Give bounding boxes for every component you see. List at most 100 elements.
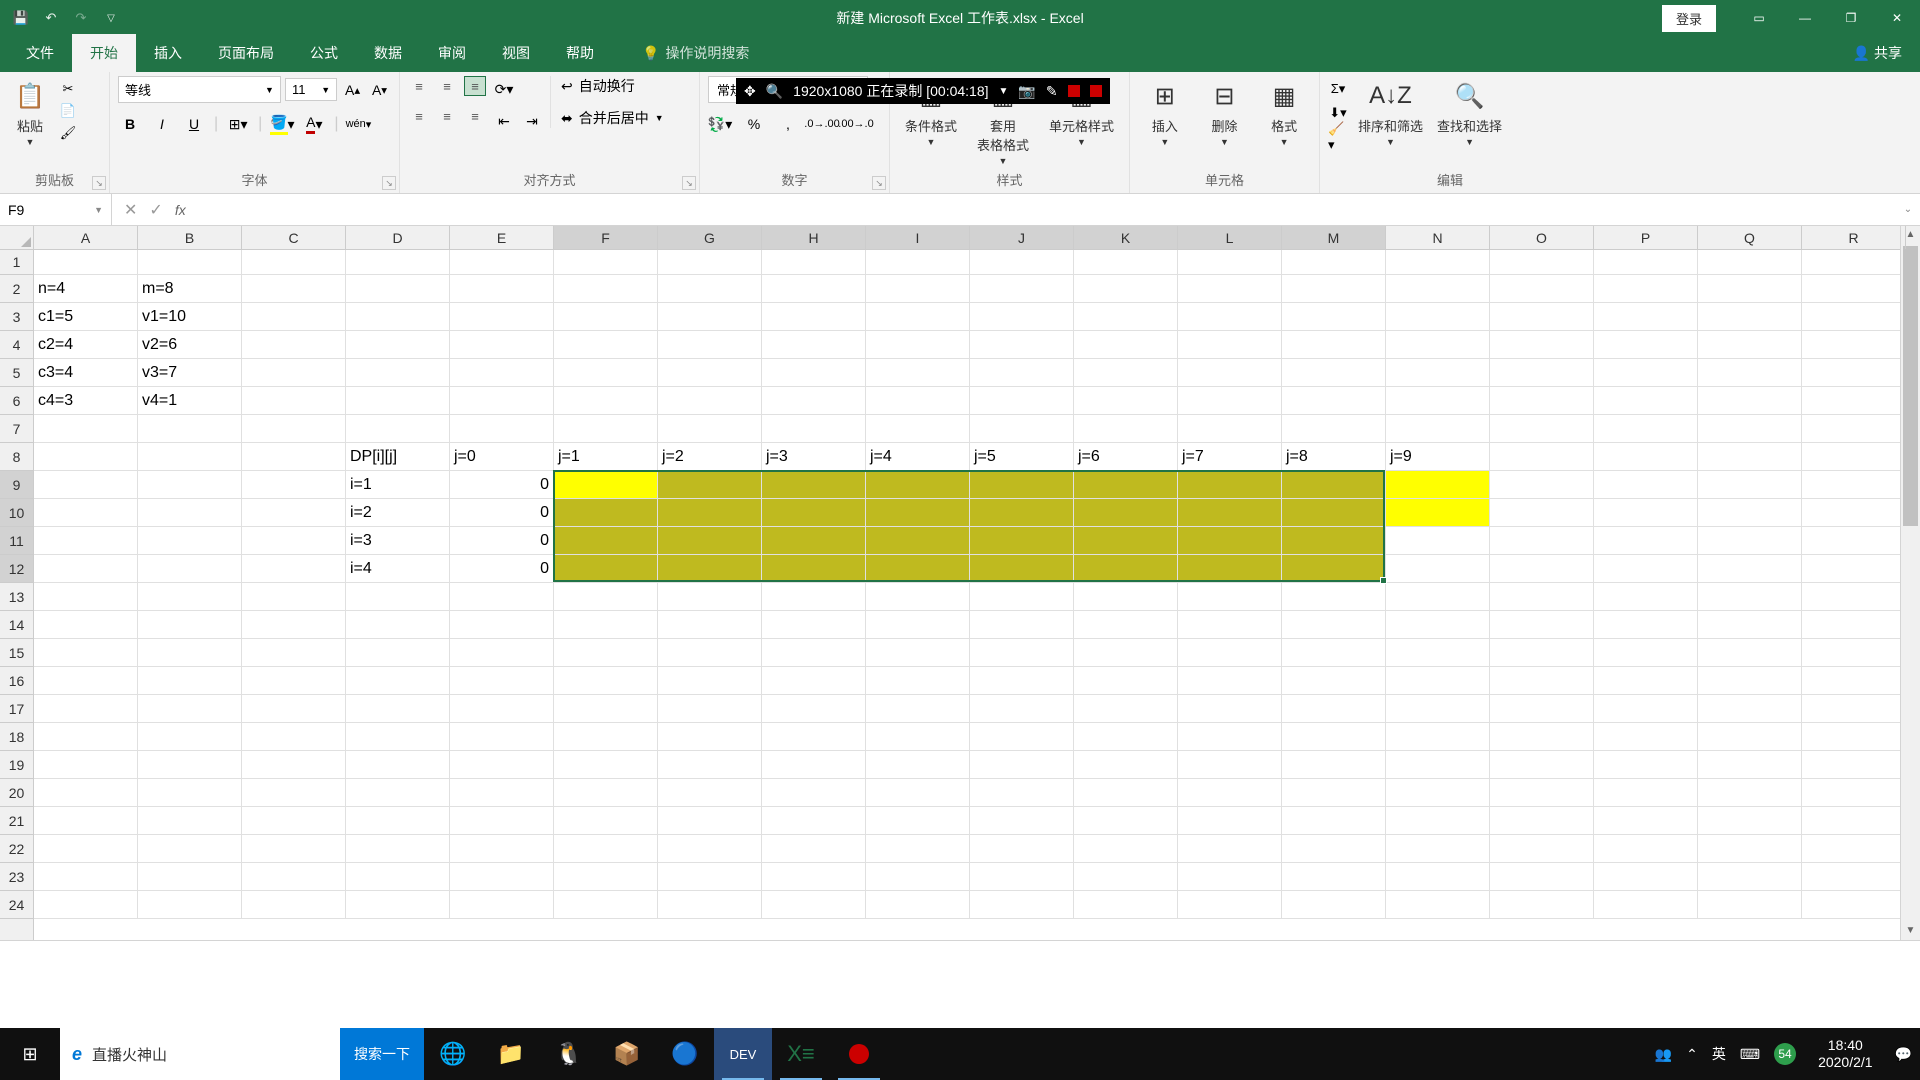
col-header-E[interactable]: E [450, 226, 554, 249]
cell-M22[interactable] [1282, 835, 1386, 863]
share-button[interactable]: 👤 共享 [1849, 34, 1906, 72]
fill-icon[interactable]: ⬇▾ [1328, 104, 1348, 122]
row-header-24[interactable]: 24 [0, 891, 33, 919]
cell-A14[interactable] [34, 611, 138, 639]
bold-button[interactable]: B [118, 113, 142, 135]
cell-R18[interactable] [1802, 723, 1906, 751]
cell-K11[interactable] [1074, 527, 1178, 555]
enter-formula-icon[interactable]: ✓ [149, 200, 162, 220]
delete-cells-button[interactable]: ⊟删除▼ [1202, 76, 1246, 149]
cell-I15[interactable] [866, 639, 970, 667]
row-header-4[interactable]: 4 [0, 331, 33, 359]
cell-M5[interactable] [1282, 359, 1386, 387]
cell-N15[interactable] [1386, 639, 1490, 667]
row-header-12[interactable]: 12 [0, 555, 33, 583]
cell-L21[interactable] [1178, 807, 1282, 835]
row-header-14[interactable]: 14 [0, 611, 33, 639]
cell-P13[interactable] [1594, 583, 1698, 611]
cell-I16[interactable] [866, 667, 970, 695]
cell-J18[interactable] [970, 723, 1074, 751]
cell-O23[interactable] [1490, 863, 1594, 891]
cell-O17[interactable] [1490, 695, 1594, 723]
col-header-M[interactable]: M [1282, 226, 1386, 249]
taskbar-search[interactable]: e 直播火神山 [60, 1028, 340, 1080]
cell-R23[interactable] [1802, 863, 1906, 891]
cell-C16[interactable] [242, 667, 346, 695]
cell-Q7[interactable] [1698, 415, 1802, 443]
cell-B11[interactable] [138, 527, 242, 555]
cell-G10[interactable] [658, 499, 762, 527]
col-header-Q[interactable]: Q [1698, 226, 1802, 249]
cell-A24[interactable] [34, 891, 138, 919]
row-header-23[interactable]: 23 [0, 863, 33, 891]
cell-L23[interactable] [1178, 863, 1282, 891]
taskbar-archive-icon[interactable]: 📦 [598, 1028, 656, 1080]
cell-F4[interactable] [554, 331, 658, 359]
cell-O18[interactable] [1490, 723, 1594, 751]
clipboard-dialog-launcher[interactable]: ↘ [92, 176, 106, 190]
cell-D14[interactable] [346, 611, 450, 639]
cell-N14[interactable] [1386, 611, 1490, 639]
cell-B15[interactable] [138, 639, 242, 667]
cell-P6[interactable] [1594, 387, 1698, 415]
cell-F7[interactable] [554, 415, 658, 443]
cell-I9[interactable] [866, 471, 970, 499]
cell-I23[interactable] [866, 863, 970, 891]
qat-customize-icon[interactable]: ▽ [102, 9, 120, 27]
cell-B20[interactable] [138, 779, 242, 807]
cell-K7[interactable] [1074, 415, 1178, 443]
cell-P18[interactable] [1594, 723, 1698, 751]
cell-R11[interactable] [1802, 527, 1906, 555]
col-header-K[interactable]: K [1074, 226, 1178, 249]
decrease-decimal-icon[interactable]: .00→.0 [844, 113, 868, 135]
cell-P8[interactable] [1594, 443, 1698, 471]
cell-L7[interactable] [1178, 415, 1282, 443]
cell-C6[interactable] [242, 387, 346, 415]
row-header-22[interactable]: 22 [0, 835, 33, 863]
cell-F6[interactable] [554, 387, 658, 415]
cell-B7[interactable] [138, 415, 242, 443]
cell-M17[interactable] [1282, 695, 1386, 723]
cell-D15[interactable] [346, 639, 450, 667]
align-left-icon[interactable]: ≡ [408, 106, 430, 126]
autosum-icon[interactable]: Σ▾ [1328, 80, 1348, 98]
cell-L5[interactable] [1178, 359, 1282, 387]
cell-K8[interactable]: j=6 [1074, 443, 1178, 471]
cell-G8[interactable]: j=2 [658, 443, 762, 471]
cell-B23[interactable] [138, 863, 242, 891]
cell-M10[interactable] [1282, 499, 1386, 527]
cell-R13[interactable] [1802, 583, 1906, 611]
cells-grid[interactable]: n=4m=8c1=5v1=10c2=4v2=6c3=4v3=7c4=3v4=1D… [34, 250, 1900, 940]
cell-R1[interactable] [1802, 250, 1906, 275]
cell-P16[interactable] [1594, 667, 1698, 695]
cell-Q6[interactable] [1698, 387, 1802, 415]
cell-L9[interactable] [1178, 471, 1282, 499]
cell-K17[interactable] [1074, 695, 1178, 723]
cell-B1[interactable] [138, 250, 242, 275]
formula-input[interactable] [198, 194, 1896, 225]
cell-Q4[interactable] [1698, 331, 1802, 359]
cell-L17[interactable] [1178, 695, 1282, 723]
cell-D16[interactable] [346, 667, 450, 695]
cell-H5[interactable] [762, 359, 866, 387]
cell-H9[interactable] [762, 471, 866, 499]
cell-A11[interactable] [34, 527, 138, 555]
cell-J5[interactable] [970, 359, 1074, 387]
cell-J6[interactable] [970, 387, 1074, 415]
cell-M14[interactable] [1282, 611, 1386, 639]
cell-H17[interactable] [762, 695, 866, 723]
cell-C22[interactable] [242, 835, 346, 863]
cell-O8[interactable] [1490, 443, 1594, 471]
cell-D10[interactable]: i=2 [346, 499, 450, 527]
pause-icon[interactable] [1068, 85, 1080, 97]
cell-O14[interactable] [1490, 611, 1594, 639]
row-header-21[interactable]: 21 [0, 807, 33, 835]
cell-I8[interactable]: j=4 [866, 443, 970, 471]
cell-J12[interactable] [970, 555, 1074, 583]
sort-filter-button[interactable]: A↓Z排序和筛选▼ [1354, 76, 1427, 149]
cell-C1[interactable] [242, 250, 346, 275]
cell-P9[interactable] [1594, 471, 1698, 499]
cell-R3[interactable] [1802, 303, 1906, 331]
tab-home[interactable]: 开始 [72, 34, 136, 72]
align-middle-icon[interactable]: ≡ [436, 76, 458, 96]
